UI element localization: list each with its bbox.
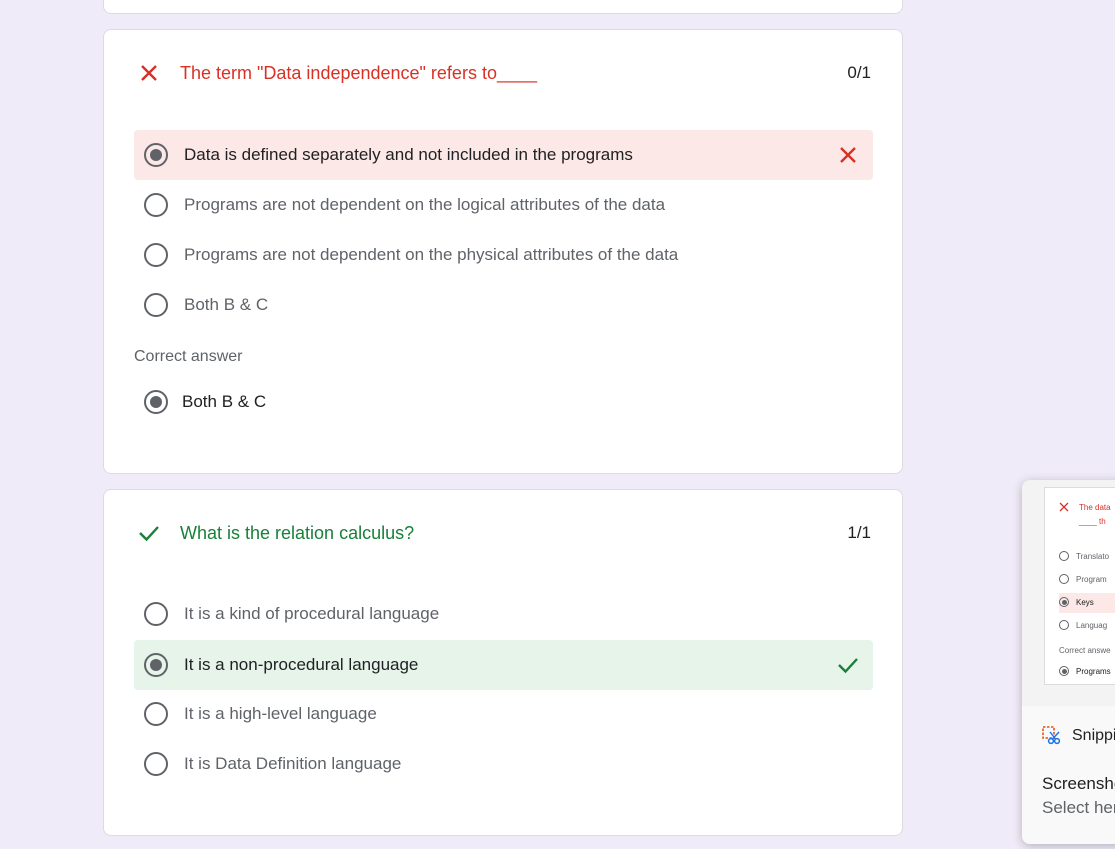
thumbnail-option-label: Program xyxy=(1076,574,1107,584)
option-label: It is a kind of procedural language xyxy=(184,604,440,623)
app-header: Snippi xyxy=(1042,726,1115,746)
answer-option[interactable]: Programs are not dependent on the logica… xyxy=(134,180,873,230)
x-icon xyxy=(837,144,859,166)
radio-button-checked[interactable] xyxy=(144,653,168,677)
radio-button[interactable] xyxy=(144,193,168,217)
radio-button[interactable] xyxy=(144,293,168,317)
check-icon xyxy=(837,654,859,676)
radio-button[interactable] xyxy=(144,243,168,267)
option-label: Data is defined separately and not inclu… xyxy=(184,145,633,164)
answer-option[interactable]: Programs are not dependent on the physic… xyxy=(134,230,873,280)
thumbnail-correct-label: Correct answe xyxy=(1059,646,1111,655)
snipping-tool-icon xyxy=(1042,726,1062,746)
check-icon xyxy=(138,522,160,544)
correct-answer-option: Both B & C xyxy=(144,390,266,414)
thumbnail-correct-option: Programs xyxy=(1059,666,1111,676)
radio-button-checked xyxy=(144,390,168,414)
notification-title: Screensho xyxy=(1042,774,1115,793)
question-card-relation-calculus: What is the relation calculus? 1/1 It is… xyxy=(103,489,903,836)
thumbnail-option: Translato xyxy=(1059,551,1109,561)
x-icon xyxy=(1059,502,1069,514)
question-score: 1/1 xyxy=(847,523,871,542)
thumbnail-question-title-line2: ____ th xyxy=(1079,517,1106,526)
thumbnail-option-label: Languag xyxy=(1076,620,1108,630)
answer-option[interactable]: It is a kind of procedural language xyxy=(134,589,873,639)
answer-option-selected[interactable]: Data is defined separately and not inclu… xyxy=(134,130,873,180)
option-label: Programs are not dependent on the logica… xyxy=(184,195,666,214)
screenshot-thumbnail[interactable]: The data ____ th Translato Program Keys … xyxy=(1044,487,1115,685)
option-label: Both B & C xyxy=(184,295,269,314)
answer-option[interactable]: Both B & C xyxy=(134,280,873,330)
thumbnail-option: Languag xyxy=(1059,620,1107,630)
option-label: It is Data Definition language xyxy=(184,754,402,773)
radio-button xyxy=(1059,551,1069,561)
question-header: The term "Data independence" refers to__… xyxy=(138,62,871,84)
correct-answer-heading: Correct answer xyxy=(134,348,243,365)
thumbnail-correct-value: Programs xyxy=(1076,666,1111,676)
radio-button-checked xyxy=(1059,597,1069,607)
notification-subtitle: Select her xyxy=(1042,798,1115,817)
radio-button-checked xyxy=(1059,666,1069,676)
option-label: It is a non-procedural language xyxy=(184,655,419,674)
thumbnail-option: Program xyxy=(1059,574,1107,584)
answer-option[interactable]: It is Data Definition language xyxy=(134,739,873,789)
thumbnail-question-title: The data xyxy=(1079,503,1111,512)
radio-button xyxy=(1059,620,1069,630)
option-label: Programs are not dependent on the physic… xyxy=(184,245,679,264)
notification-body[interactable]: Snippi Screensho Select her xyxy=(1022,706,1115,844)
question-score: 0/1 xyxy=(847,63,871,82)
thumbnail-option-label: Keys xyxy=(1076,597,1094,607)
question-card-data-independence: The term "Data independence" refers to__… xyxy=(103,29,903,474)
app-name: Snippi xyxy=(1072,727,1115,744)
x-icon xyxy=(138,62,160,84)
snipping-tool-notification[interactable]: The data ____ th Translato Program Keys … xyxy=(1022,480,1115,844)
correct-answer-label: Both B & C xyxy=(182,392,267,411)
question-title: What is the relation calculus? xyxy=(180,522,415,543)
radio-button[interactable] xyxy=(144,602,168,626)
option-label: It is a high-level language xyxy=(184,704,377,723)
thumbnail-option-label: Translato xyxy=(1076,551,1110,561)
answer-option[interactable]: It is a high-level language xyxy=(134,689,873,739)
previous-question-card xyxy=(103,0,903,14)
question-header: What is the relation calculus? 1/1 xyxy=(138,522,871,544)
question-title: The term "Data independence" refers to__… xyxy=(180,62,537,83)
thumbnail-option-selected: Keys xyxy=(1059,597,1094,607)
radio-button-checked[interactable] xyxy=(144,143,168,167)
answer-option-selected[interactable]: It is a non-procedural language xyxy=(134,640,873,690)
radio-button[interactable] xyxy=(144,752,168,776)
radio-button xyxy=(1059,574,1069,584)
radio-button[interactable] xyxy=(144,702,168,726)
